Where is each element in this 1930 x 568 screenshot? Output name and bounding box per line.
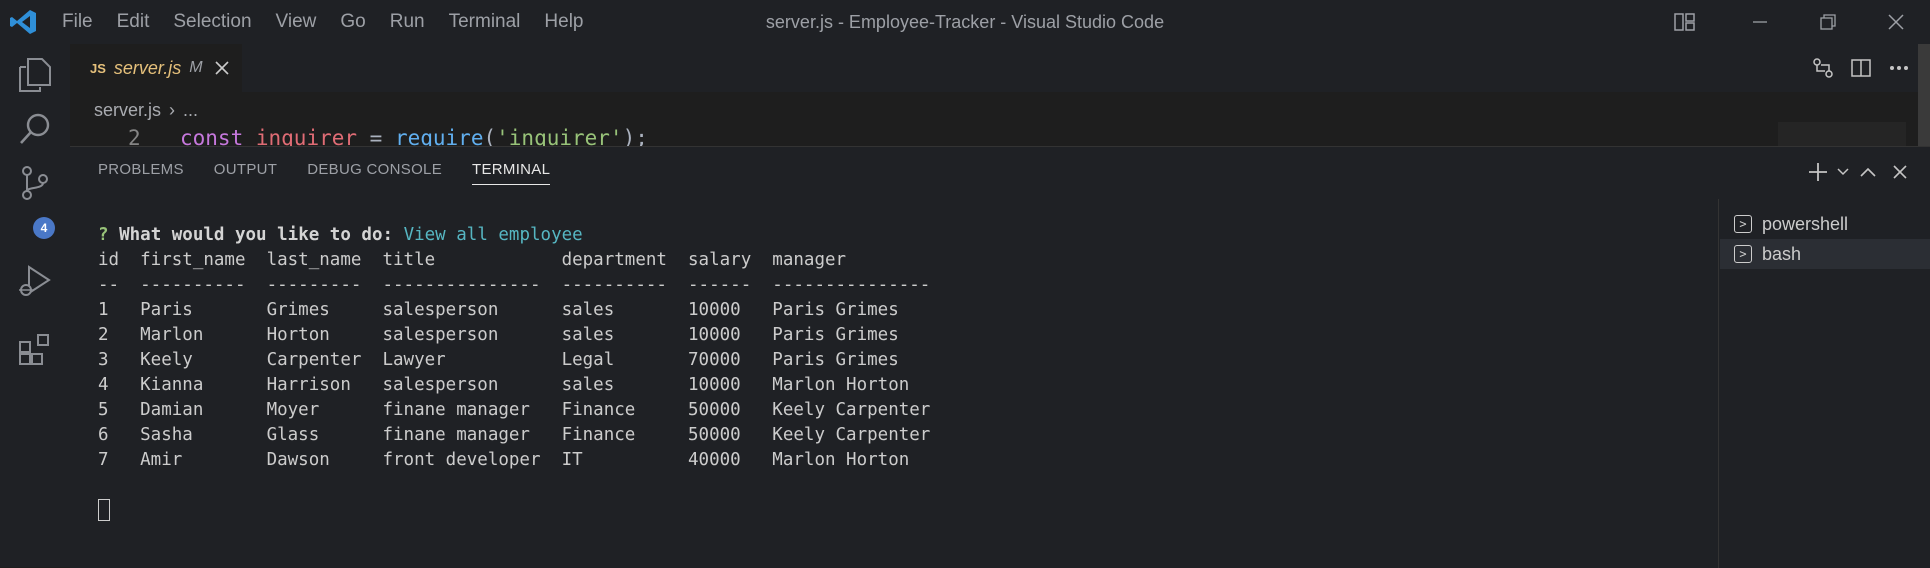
breadcrumb-symbols[interactable]: ... [183, 100, 198, 121]
editor-scrollbar[interactable] [1918, 44, 1930, 146]
js-file-icon: JS [90, 60, 106, 76]
more-actions-icon[interactable] [1880, 50, 1918, 86]
tab-server-js[interactable]: JS server.js M [70, 44, 242, 92]
breadcrumb-file[interactable]: server.js [94, 100, 161, 121]
terminal-instances-list: > powershell > bash [1718, 199, 1930, 568]
terminal-instance-label: bash [1762, 243, 1802, 264]
restore-icon[interactable] [1794, 0, 1862, 44]
tab-terminal[interactable]: TERMINAL [472, 161, 551, 185]
vscode-logo-icon [8, 8, 38, 36]
bottom-panel: PROBLEMS OUTPUT DEBUG CONSOLE TERMINAL ?… [70, 146, 1930, 568]
table-divider: -- ---------- --------- --------------- … [98, 275, 931, 295]
breadcrumb: server.js › ... [94, 98, 198, 122]
split-editor-icon[interactable] [1842, 50, 1880, 86]
activity-bar: 4 [0, 44, 70, 567]
editor-tab-bar: JS server.js M [70, 44, 1918, 92]
menu-file[interactable]: File [50, 11, 105, 33]
menu-help[interactable]: Help [532, 11, 595, 33]
menu-terminal[interactable]: Terminal [437, 11, 533, 33]
terminal-icon: > [1734, 245, 1752, 263]
code-editor[interactable]: 2 const inquirer = require('inquirer'); [70, 126, 1778, 146]
table-row: 6 Sasha Glass finane manager Finance 500… [98, 425, 931, 445]
terminal-instance-powershell[interactable]: > powershell [1720, 209, 1930, 239]
run-debug-icon[interactable] [14, 260, 56, 302]
close-window-icon[interactable] [1862, 0, 1930, 44]
menu-selection[interactable]: Selection [161, 11, 263, 33]
table-row: 1 Paris Grimes salesperson sales 10000 P… [98, 300, 899, 320]
customize-layout-icon[interactable] [1670, 8, 1700, 36]
menu-run[interactable]: Run [378, 11, 437, 33]
terminal-output[interactable]: ? What would you like to do: View all em… [98, 223, 930, 473]
menu-go[interactable]: Go [328, 11, 377, 33]
code-line: const inquirer = require('inquirer'); [180, 126, 648, 146]
menu-edit[interactable]: Edit [105, 11, 162, 33]
table-row: 2 Marlon Horton salesperson sales 10000 … [98, 325, 899, 345]
table-row: 4 Kianna Harrison salesperson sales 1000… [98, 375, 910, 395]
panel-tabs: PROBLEMS OUTPUT DEBUG CONSOLE TERMINAL [98, 161, 580, 185]
search-icon[interactable] [14, 108, 56, 150]
source-control-icon[interactable] [14, 162, 56, 204]
close-panel-icon[interactable] [1884, 159, 1916, 185]
source-control-badge: 4 [33, 217, 55, 239]
menu-bar: File Edit Selection View Go Run Terminal… [50, 0, 596, 44]
explorer-icon[interactable] [14, 54, 56, 96]
title-bar: File Edit Selection View Go Run Terminal… [0, 0, 1930, 44]
menu-view[interactable]: View [264, 11, 329, 33]
minimize-icon[interactable] [1726, 0, 1794, 44]
chevron-down-icon[interactable] [1834, 159, 1852, 185]
tab-problems[interactable]: PROBLEMS [98, 161, 184, 185]
extensions-icon[interactable] [14, 328, 56, 370]
chevron-right-icon: › [169, 99, 176, 120]
maximize-panel-icon[interactable] [1852, 159, 1884, 185]
terminal-cursor [98, 499, 110, 521]
modified-indicator: M [189, 59, 203, 76]
open-changes-icon[interactable] [1804, 50, 1842, 86]
table-row: 3 Keely Carpenter Lawyer Legal 70000 Par… [98, 350, 899, 370]
close-tab-icon[interactable] [215, 61, 229, 75]
prompt-line: ? What would you like to do: View all em… [98, 225, 583, 245]
minimap[interactable] [1778, 122, 1906, 146]
tab-label: server.js [113, 57, 182, 78]
tab-output[interactable]: OUTPUT [214, 161, 277, 185]
table-header: id first_name last_name title department… [98, 250, 847, 270]
line-number: 2 [128, 126, 141, 146]
terminal-instance-bash[interactable]: > bash [1720, 239, 1930, 269]
tab-debug-console[interactable]: DEBUG CONSOLE [307, 161, 442, 185]
terminal-icon: > [1734, 215, 1752, 233]
terminal-instance-label: powershell [1762, 213, 1849, 234]
table-row: 5 Damian Moyer finane manager Finance 50… [98, 400, 931, 420]
table-row: 7 Amir Dawson front developer IT 40000 M… [98, 450, 910, 470]
new-terminal-icon[interactable] [1802, 159, 1834, 185]
